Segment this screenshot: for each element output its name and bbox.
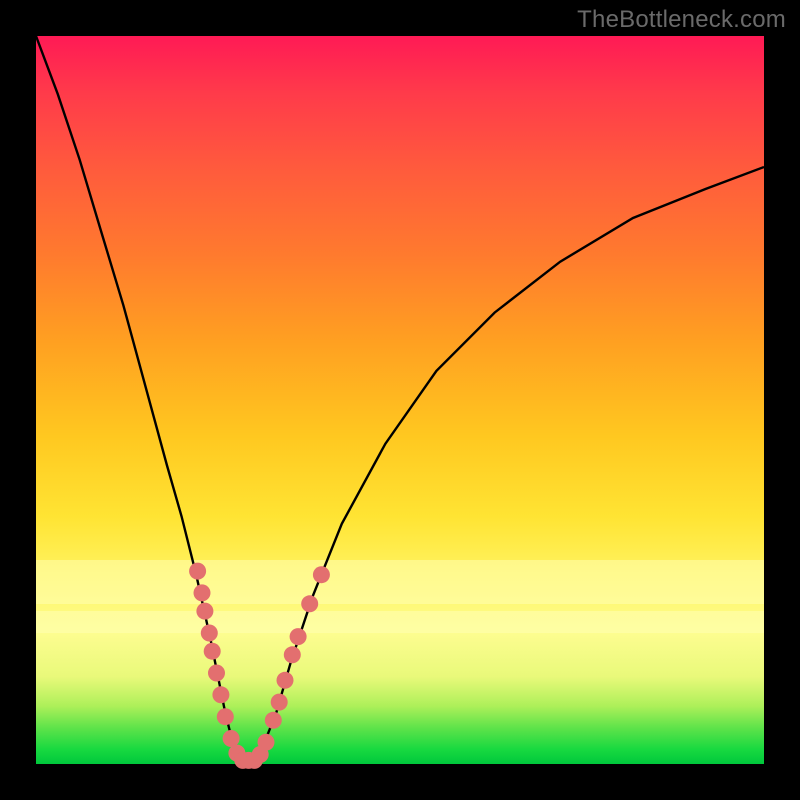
curve-marker — [217, 708, 234, 725]
chart-svg — [36, 36, 764, 764]
curve-marker — [212, 686, 229, 703]
curve-marker — [204, 643, 221, 660]
curve-marker — [258, 734, 275, 751]
curve-marker — [290, 628, 307, 645]
watermark-text: TheBottleneck.com — [577, 6, 786, 34]
curve-marker — [189, 563, 206, 580]
curve-marker — [201, 625, 218, 642]
curve-marker — [194, 584, 211, 601]
curve-marker — [208, 665, 225, 682]
chart-frame: TheBottleneck.com — [0, 0, 800, 800]
curve-markers — [189, 563, 330, 769]
curve-marker — [271, 694, 288, 711]
curve-marker — [277, 672, 294, 689]
curve-marker — [313, 566, 330, 583]
curve-marker — [223, 730, 240, 747]
bottleneck-curve — [36, 36, 764, 764]
curve-marker — [265, 712, 282, 729]
curve-marker — [196, 603, 213, 620]
curve-marker — [284, 646, 301, 663]
curve-marker — [301, 595, 318, 612]
